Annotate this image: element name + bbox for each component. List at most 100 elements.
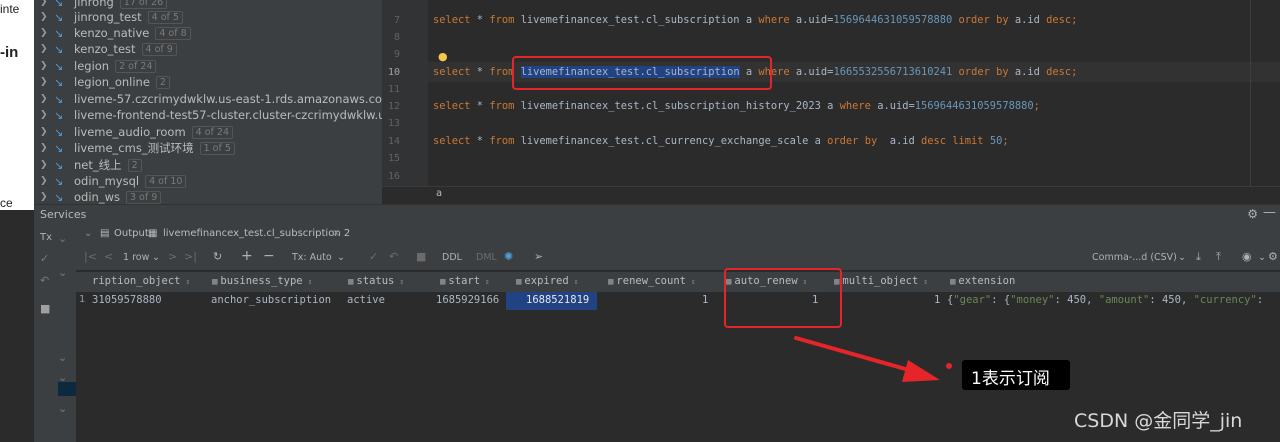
next-page-icon[interactable]: > (168, 250, 177, 263)
tx-icon[interactable]: Tx (40, 232, 52, 243)
datasource-icon: ↘ (54, 42, 64, 56)
refresh-icon[interactable]: ↻ (213, 250, 222, 263)
chevron-right-icon[interactable]: ❯ (40, 44, 52, 54)
selected-tree-node[interactable] (58, 382, 76, 396)
tree-item[interactable]: ❯ ↘ jinrong_test 4 of 5 (34, 9, 183, 25)
table-cell[interactable]: anchor_subscription (211, 294, 331, 306)
tree-item[interactable]: ❯ ↘ liveme-frontend-test57-cluster.cluster… (34, 107, 382, 123)
table-cell-extension[interactable]: {"gear": {"money": 450, "amount": 450, "… (947, 294, 1263, 306)
tree-item-label: kenzo_native (74, 26, 150, 40)
tree-item[interactable]: ❯ ↘ kenzo_native 4 of 8 (34, 25, 191, 41)
pin-icon[interactable]: ➢ (534, 250, 543, 263)
compare-icon[interactable]: ✺ (504, 250, 513, 263)
datasource-icon: ↘ (54, 108, 64, 122)
gear-icon[interactable]: ⚙ (1247, 207, 1258, 221)
dml-button[interactable]: DML (476, 252, 497, 263)
tree-item[interactable]: ❯ ↘ legion 2 of 24 (34, 58, 157, 74)
code-line-7[interactable]: select * from livemefinancex_test.cl_sub… (433, 14, 1077, 26)
table-cell[interactable]: 1 (934, 294, 940, 306)
chevron-right-icon[interactable]: ❯ (40, 143, 52, 153)
column-header[interactable]: ription_object ⇕ (92, 275, 190, 287)
tree-item[interactable]: ❯ ↘ kenzo_test 4 of 9 (34, 41, 177, 57)
tree-item[interactable]: ❯ ↘ liveme_cms_测试环境 1 of 5 (34, 140, 235, 156)
chevron-down-icon[interactable]: ⌄ (58, 351, 67, 364)
chevron-down-icon[interactable]: ⌄ (1178, 252, 1186, 263)
row-number[interactable]: 1 (79, 294, 85, 305)
column-header[interactable]: ▦ business_type ⇕ (212, 275, 312, 287)
chevron-right-icon[interactable]: ❯ (40, 61, 52, 71)
tree-item[interactable]: ❯ ↘ odin_ws 3 of 9 (34, 189, 162, 204)
add-row-icon[interactable]: + (241, 248, 253, 264)
column-header[interactable]: ▦ start ⇕ (440, 275, 490, 287)
column-header[interactable]: ▦ expired ⇕ (516, 275, 579, 287)
column-header[interactable]: ▦ renew_count ⇕ (608, 275, 696, 287)
tree-item-count: 1 of 5 (199, 141, 235, 155)
tree-item[interactable]: ❯ ↘ net_线上 2 (34, 157, 142, 173)
sort-icon: ⇕ (399, 277, 405, 286)
check-icon[interactable]: ✓ (40, 252, 49, 265)
chevron-right-icon[interactable]: ❯ (40, 176, 52, 186)
datasource-icon: ↘ (54, 125, 64, 139)
close-icon[interactable]: × (332, 228, 340, 239)
table-cell[interactable]: 1 (702, 294, 708, 306)
chevron-down-icon[interactable]: ⌄ (1258, 252, 1266, 263)
chevron-down-icon[interactable]: ⌄ (152, 252, 160, 263)
stop-icon[interactable]: ■ (416, 250, 426, 263)
column-icon: ▦ (516, 277, 522, 287)
tree-item[interactable]: ❯ ↘ odin_mysql 4 of 10 (34, 173, 187, 189)
chevron-down-icon[interactable]: ⌄ (58, 266, 67, 279)
chevron-right-icon[interactable]: ❯ (40, 110, 52, 120)
tree-item-count: 2 of 24 (115, 59, 157, 73)
tx-mode-dropdown[interactable]: Tx: Auto (292, 252, 332, 263)
code-line-14[interactable]: select * from livemefinancex_test.cl_cur… (433, 135, 1009, 147)
tree-item[interactable]: ❯ ↘ liveme_audio_room 4 of 24 (34, 124, 234, 140)
last-page-icon[interactable]: >| (184, 250, 197, 263)
lightbulb-icon[interactable]: ● (438, 50, 448, 63)
chevron-right-icon[interactable]: ❯ (40, 94, 52, 104)
prev-page-icon[interactable]: < (104, 250, 113, 263)
table-cell[interactable]: 1685929166 (436, 294, 499, 306)
minimize-icon[interactable]: — (1263, 205, 1276, 220)
breadcrumb-item[interactable]: a (436, 188, 442, 199)
chevron-right-icon[interactable]: ❯ (40, 192, 52, 202)
table-cell[interactable]: 1688521819 (526, 294, 589, 306)
column-header[interactable]: ▦ extension (950, 275, 1015, 287)
tab-result[interactable]: livemefinancex_test.cl_subscription 2 (163, 228, 350, 239)
chevron-right-icon[interactable]: ❯ (40, 12, 52, 22)
view-icon[interactable]: ◉ (1242, 250, 1252, 263)
remove-row-icon[interactable]: − (263, 248, 275, 264)
column-header[interactable]: ▦ multi_object ⇕ (834, 275, 928, 287)
chevron-right-icon[interactable]: ❯ (40, 28, 52, 38)
row-count[interactable]: 1 row (123, 252, 149, 263)
table-cell[interactable]: 31059578880 (92, 294, 162, 306)
chevron-right-icon[interactable]: ❯ (40, 160, 52, 170)
settings-icon[interactable]: ⚙ (1268, 250, 1278, 263)
editor-breadcrumb[interactable]: a (382, 186, 1280, 205)
upload-icon[interactable]: ⤒ (1216, 250, 1221, 264)
rollback-icon[interactable]: ↶ (389, 250, 398, 263)
export-format-dropdown[interactable]: Comma-...d (CSV) (1092, 252, 1177, 263)
table-cell[interactable]: active (347, 294, 385, 306)
tree-item[interactable]: ❯ ↘ liveme-57.czcrimydwklw.us-east-1.rds.a… (34, 91, 382, 107)
chevron-right-icon[interactable]: ❯ (40, 0, 52, 7)
chevron-right-icon[interactable]: ❯ (40, 77, 52, 87)
download-icon[interactable]: ⤓ (1196, 250, 1201, 264)
ddl-button[interactable]: DDL (442, 252, 462, 263)
annotation-box-table (512, 56, 772, 90)
chevron-right-icon[interactable]: ❯ (40, 127, 52, 137)
undo-icon[interactable]: ↶ (40, 274, 49, 287)
first-page-icon[interactable]: |< (84, 250, 97, 263)
chevron-down-icon[interactable]: ⌄ (337, 252, 345, 263)
chevron-down-icon[interactable]: ⌄ (58, 402, 67, 415)
chevron-down-icon[interactable]: ⌄ (84, 228, 92, 239)
stop-icon[interactable]: ■ (40, 302, 50, 315)
chevron-down-icon[interactable]: ⌄ (58, 232, 67, 245)
code-line-12[interactable]: select * from livemefinancex_test.cl_sub… (433, 100, 1040, 112)
tree-item[interactable]: ❯ ↘ legion_online 2 (34, 74, 170, 90)
commit-icon[interactable]: ✓ (369, 250, 378, 263)
tab-output[interactable]: Output (114, 228, 149, 239)
column-icon: ▦ (440, 277, 446, 287)
sort-icon: ⇕ (923, 277, 929, 286)
column-header[interactable]: ▦ status ⇕ (348, 275, 404, 287)
tree-item-count: 2 (155, 75, 170, 89)
